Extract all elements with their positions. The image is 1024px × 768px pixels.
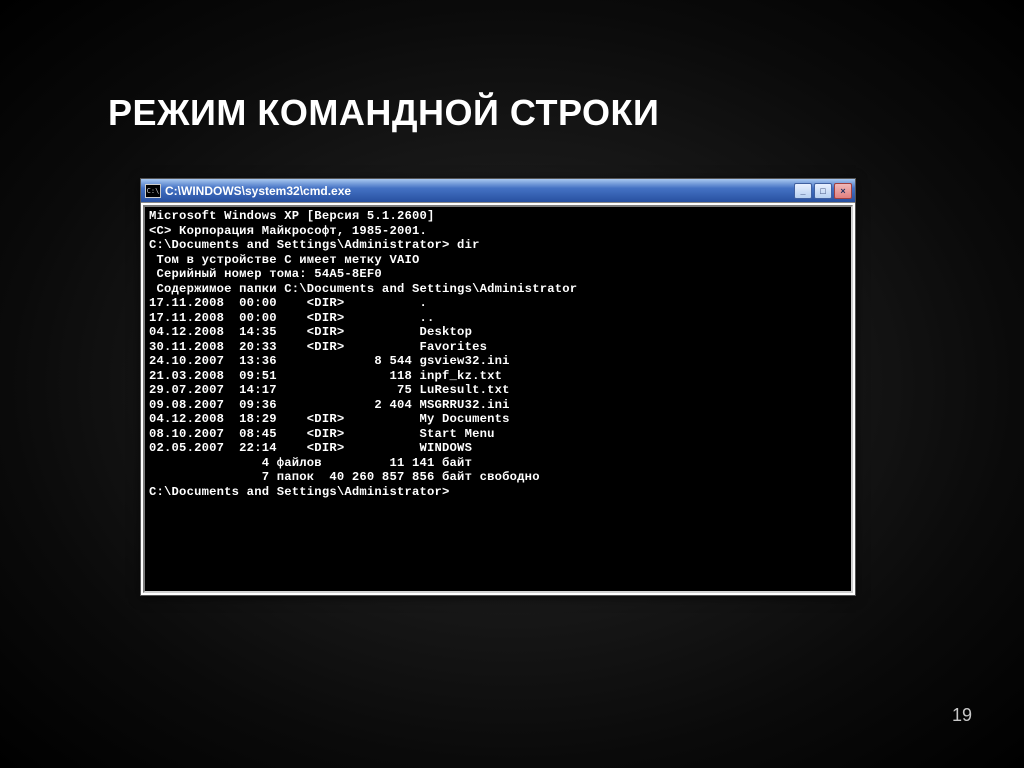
terminal-line: Том в устройстве C имеет метку VAIO (149, 253, 847, 268)
slide-title: РЕЖИМ КОМАНДНОЙ СТРОКИ (108, 92, 659, 134)
close-button[interactable]: × (834, 183, 852, 199)
terminal-line: 02.05.2007 22:14 <DIR> WINDOWS (149, 441, 847, 456)
window-titlebar[interactable]: C:\ C:\WINDOWS\system32\cmd.exe _ □ × (141, 179, 855, 203)
maximize-button[interactable]: □ (814, 183, 832, 199)
terminal-line: 09.08.2007 09:36 2 404 MSGRRU32.ini (149, 398, 847, 413)
terminal-line: C:\Documents and Settings\Administrator>… (149, 238, 847, 253)
terminal-line: Содержимое папки C:\Documents and Settin… (149, 282, 847, 297)
terminal-line: 17.11.2008 00:00 <DIR> .. (149, 311, 847, 326)
terminal-line: 21.03.2008 09:51 118 inpf_kz.txt (149, 369, 847, 384)
cmd-window: C:\ C:\WINDOWS\system32\cmd.exe _ □ × Mi… (140, 178, 856, 596)
terminal-line: 4 файлов 11 141 байт (149, 456, 847, 471)
terminal-line: 30.11.2008 20:33 <DIR> Favorites (149, 340, 847, 355)
terminal-line: 17.11.2008 00:00 <DIR> . (149, 296, 847, 311)
terminal-line: C:\Documents and Settings\Administrator> (149, 485, 847, 500)
terminal-line: 24.10.2007 13:36 8 544 gsview32.ini (149, 354, 847, 369)
window-title: C:\WINDOWS\system32\cmd.exe (165, 184, 794, 198)
page-number: 19 (952, 705, 972, 726)
terminal-line: 04.12.2008 14:35 <DIR> Desktop (149, 325, 847, 340)
minimize-button[interactable]: _ (794, 183, 812, 199)
terminal-line: Microsoft Windows XP [Версия 5.1.2600] (149, 209, 847, 224)
cmd-icon: C:\ (145, 184, 161, 198)
terminal-line: 08.10.2007 08:45 <DIR> Start Menu (149, 427, 847, 442)
terminal-line: Серийный номер тома: 54A5-8EF0 (149, 267, 847, 282)
terminal-line: 04.12.2008 18:29 <DIR> My Documents (149, 412, 847, 427)
window-controls: _ □ × (794, 183, 852, 199)
terminal-line: 29.07.2007 14:17 75 LuResult.txt (149, 383, 847, 398)
terminal-line: <C> Корпорация Майкрософт, 1985-2001. (149, 224, 847, 239)
terminal-body[interactable]: Microsoft Windows XP [Версия 5.1.2600] <… (143, 205, 853, 593)
terminal-line: 7 папок 40 260 857 856 байт свободно (149, 470, 847, 485)
